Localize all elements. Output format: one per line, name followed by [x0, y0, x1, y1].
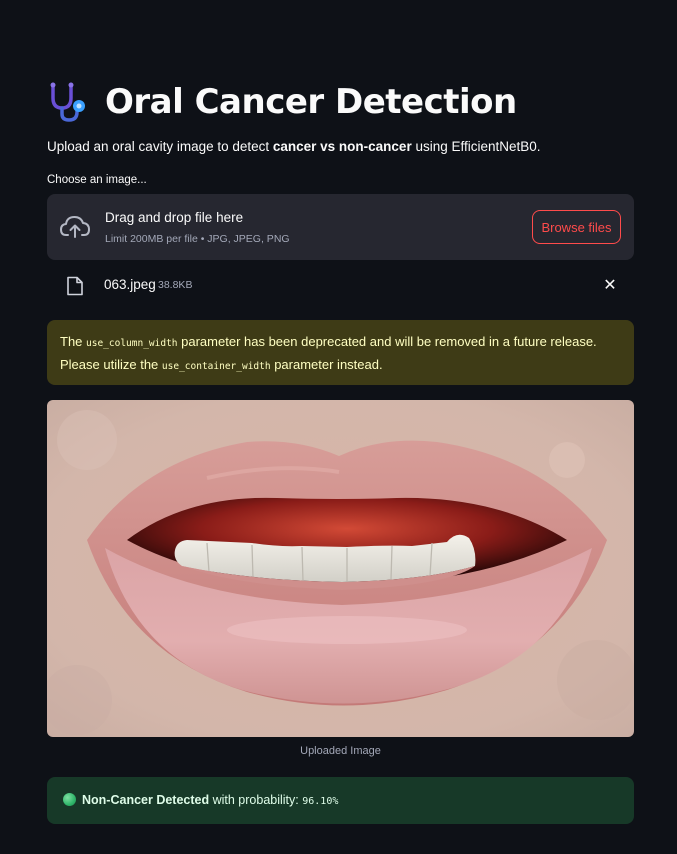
result-label: Non-Cancer Detected — [82, 793, 210, 807]
uploaded-file-item: 063.jpeg 38.8KB ✕ — [47, 270, 634, 302]
dropzone-limit: Limit 200MB per file • JPG, JPEG, PNG — [105, 233, 290, 245]
prediction-result: Non-Cancer Detected with probability: 96… — [47, 777, 634, 824]
uploader-label: Choose an image... — [47, 174, 147, 186]
description-bold: cancer vs non-cancer — [272, 139, 412, 154]
result-probability: 96.10% — [302, 796, 339, 807]
file-name: 063.jpeg — [104, 277, 156, 292]
page-title: Oral Cancer Detection — [105, 82, 517, 122]
description-suffix: using EfficientNetB0. — [411, 139, 541, 154]
warning-code-2: use_container_width — [161, 361, 271, 372]
result-middle: with probability: — [209, 793, 303, 807]
dropzone-title: Drag and drop file here — [105, 210, 244, 225]
page-description: Upload an oral cavity image to detect ca… — [47, 139, 541, 154]
mouth-photo — [47, 400, 634, 737]
warning-text-3: parameter instead. — [270, 357, 383, 372]
remove-file-button[interactable]: ✕ — [600, 276, 620, 296]
browse-files-button[interactable]: Browse files — [532, 210, 621, 244]
result-text: Non-Cancer Detected with probability: 96… — [82, 793, 338, 807]
file-size: 38.8KB — [158, 279, 193, 291]
description-prefix: Upload an oral cavity image to detect — [47, 139, 273, 154]
green-circle-icon — [63, 793, 76, 806]
warning-code-1: use_column_width — [86, 338, 178, 349]
file-icon — [67, 276, 83, 296]
page-header: Oral Cancer Detection — [47, 80, 517, 124]
cloud-upload-icon — [60, 216, 90, 238]
image-caption: Uploaded Image — [300, 745, 381, 757]
stethoscope-icon — [50, 82, 85, 122]
warning-text-1: The — [60, 334, 87, 349]
deprecation-warning: The use_column_width parameter has been … — [47, 320, 634, 385]
file-dropzone[interactable]: Drag and drop file here Limit 200MB per … — [47, 194, 634, 260]
uploaded-image — [47, 400, 634, 737]
